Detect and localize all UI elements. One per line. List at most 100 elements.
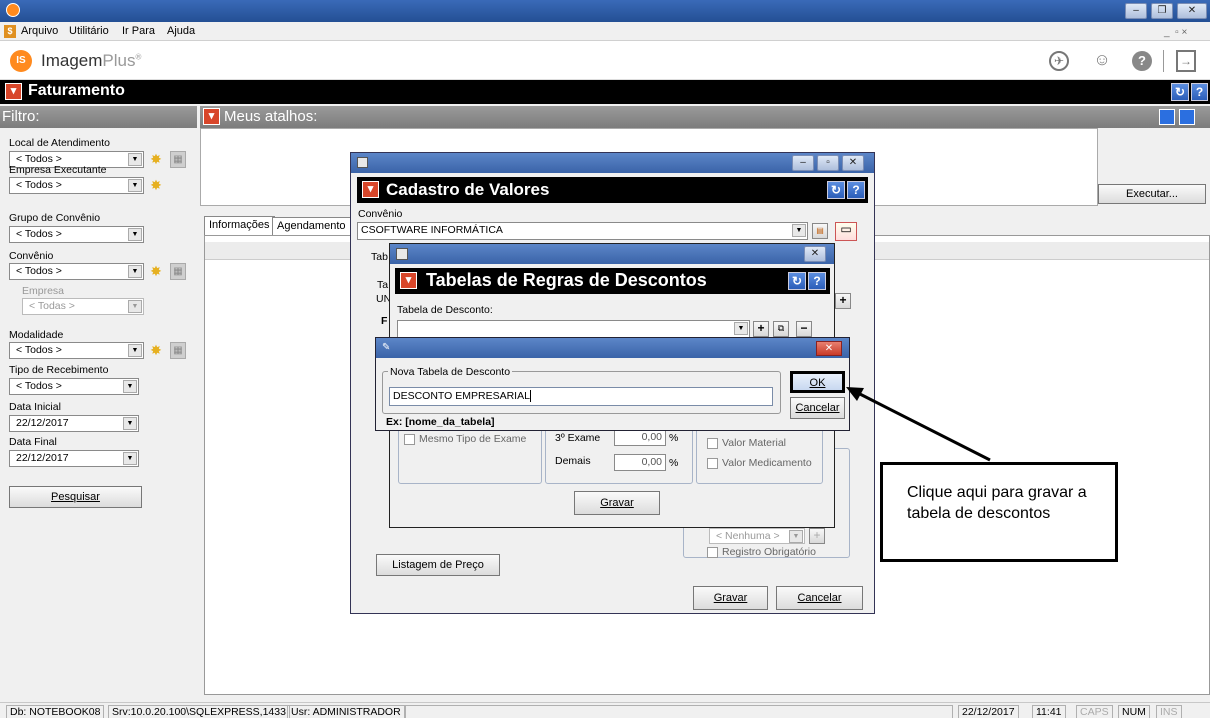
menu-arquivo[interactable]: Arquivo — [21, 25, 58, 37]
status-caps: CAPS — [1076, 705, 1113, 718]
valor-medicamento-label: Valor Medicamento — [722, 457, 812, 469]
modalidade-select[interactable]: < Todos > ▼ — [9, 342, 144, 359]
panel-window-icon[interactable] — [1159, 109, 1175, 125]
valor-medicamento-checkbox[interactable] — [707, 458, 718, 469]
add-disabled-icon[interactable]: + — [809, 528, 825, 544]
menu-ajuda[interactable]: Ajuda — [167, 25, 195, 37]
cadastro-close-button[interactable]: ✕ — [842, 155, 864, 171]
cadastro-title-bar[interactable]: – ▫ ✕ — [351, 153, 874, 173]
tab-informacoes[interactable]: Informações — [204, 216, 275, 235]
chevron-down-icon[interactable]: ▼ — [128, 300, 142, 313]
regras-gravar-button[interactable]: Gravar — [574, 491, 660, 515]
cadastro-menu-icon[interactable]: ▾ — [362, 181, 379, 198]
sun-icon[interactable]: ✸ — [148, 263, 164, 279]
empresa-label: Empresa — [22, 285, 65, 297]
add-icon[interactable]: + — [835, 293, 851, 309]
exit-icon[interactable]: → — [1176, 50, 1196, 72]
module-menu-icon[interactable]: ▾ — [5, 83, 22, 100]
convenio-lookup-icon[interactable]: ▤ — [812, 223, 828, 239]
chevron-down-icon[interactable]: ▼ — [128, 265, 142, 278]
executar-button[interactable]: Executar... — [1098, 184, 1206, 204]
cadastro-cancelar-button[interactable]: Cancelar — [776, 586, 863, 610]
window-title-bar[interactable]: – ❐ ✕ — [0, 0, 1210, 22]
user-icon[interactable]: ☺ — [1091, 50, 1113, 72]
local-label: Local de Atendimento — [9, 137, 110, 149]
registro-checkbox[interactable] — [707, 547, 718, 558]
panel-minimize-icon[interactable] — [1179, 109, 1195, 125]
cadastro-minimize-button[interactable]: – — [792, 155, 814, 171]
sun-icon[interactable]: ✸ — [148, 151, 164, 167]
shortcuts-menu-icon[interactable]: ▾ — [203, 108, 220, 125]
mdi-window-controls[interactable]: _ ▫ × — [1164, 27, 1187, 38]
minimize-button[interactable]: – — [1125, 3, 1147, 19]
valor-material-label: Valor Material — [722, 437, 786, 449]
regras-title-bar[interactable]: ✕ — [390, 244, 834, 264]
cadastro-gravar-button[interactable]: Gravar — [693, 586, 768, 610]
convenio-select[interactable]: < Todos > ▼ — [9, 263, 144, 280]
chevron-down-icon[interactable]: ▼ — [734, 322, 748, 335]
nova-tabela-dialog: ✎ ✕ Nova Tabela de Desconto DESCONTO EMP… — [375, 337, 850, 431]
grid-icon[interactable]: ▦ — [170, 263, 186, 280]
nova-cancelar-button[interactable]: Cancelar — [790, 397, 845, 419]
calendar-icon[interactable]: ▭ — [835, 222, 857, 241]
data-inicial-input[interactable]: 22/12/2017 ▼ — [9, 415, 139, 432]
tabela-desconto-select[interactable]: ▼ — [397, 320, 750, 338]
tab-label[interactable]: Tab — [371, 251, 388, 263]
remove-icon[interactable]: − — [796, 321, 812, 337]
grid-icon[interactable]: ▦ — [170, 151, 186, 168]
menu-utilitario[interactable]: Utilitário — [69, 25, 109, 37]
chevron-down-icon[interactable]: ▼ — [128, 179, 142, 192]
f-label: F — [381, 315, 388, 327]
exame3-input[interactable]: 0,00 — [614, 429, 666, 446]
nova-tabela-input[interactable]: DESCONTO EMPRESARIAL — [389, 387, 773, 406]
demais-input[interactable]: 0,00 — [614, 454, 666, 471]
sun-icon[interactable]: ✸ — [148, 342, 164, 358]
copy-icon[interactable]: ⧉ — [773, 321, 789, 337]
chevron-down-icon[interactable]: ▼ — [123, 380, 137, 393]
pesquisar-button[interactable]: Pesquisar — [9, 486, 142, 508]
grid-icon[interactable]: ▦ — [170, 342, 186, 359]
nova-title-bar[interactable]: ✎ ✕ — [376, 338, 849, 358]
close-button[interactable]: ✕ — [1177, 3, 1207, 19]
refresh-icon[interactable]: ↻ — [1171, 83, 1189, 101]
menu-ir-para[interactable]: Ir Para — [122, 25, 155, 37]
cadastro-maximize-button[interactable]: ▫ — [817, 155, 839, 171]
nova-close-button[interactable]: ✕ — [816, 341, 842, 356]
mesmo-tipo-checkbox[interactable] — [404, 434, 415, 445]
chevron-down-icon[interactable]: ▼ — [128, 153, 142, 166]
help-icon[interactable]: ? — [1132, 51, 1152, 71]
nenhuma-select[interactable]: < Nenhuma > ▼ — [709, 528, 805, 544]
module-help-icon[interactable]: ? — [1191, 83, 1208, 101]
add-tabela-icon[interactable]: + — [753, 321, 769, 337]
calendar-dropdown-icon[interactable]: ▼ — [123, 452, 137, 465]
sun-icon[interactable]: ✸ — [148, 177, 164, 193]
cadastro-convenio-select[interactable]: CSOFTWARE INFORMÁTICA ▼ — [357, 222, 808, 240]
empresa-exec-select[interactable]: < Todos > ▼ — [9, 177, 144, 194]
data-inicial-label: Data Inicial — [9, 401, 61, 413]
ok-button[interactable]: OK — [790, 371, 845, 393]
chevron-down-icon[interactable]: ▼ — [128, 344, 142, 357]
regras-help-icon[interactable]: ? — [808, 272, 826, 290]
listagem-button[interactable]: Listagem de Preço — [376, 554, 500, 576]
restore-button[interactable]: ❐ — [1151, 3, 1173, 19]
registro-label: Registro Obrigatório — [722, 546, 816, 558]
empresa-select[interactable]: < Todas > ▼ — [22, 298, 144, 315]
grupo-select[interactable]: < Todos > ▼ — [9, 226, 144, 243]
exame3-pct: % — [669, 432, 679, 444]
regras-close-button[interactable]: ✕ — [804, 246, 826, 262]
regras-menu-icon[interactable]: ▾ — [400, 272, 417, 289]
cadastro-help-icon[interactable]: ? — [847, 181, 865, 199]
chevron-down-icon[interactable]: ▼ — [789, 530, 803, 543]
data-final-input[interactable]: 22/12/2017 ▼ — [9, 450, 139, 467]
regras-refresh-icon[interactable]: ↻ — [788, 272, 806, 290]
tipo-receb-select[interactable]: < Todos > ▼ — [9, 378, 139, 395]
nova-hint: Ex: [nome_da_tabela] — [386, 416, 495, 428]
chevron-down-icon[interactable]: ▼ — [792, 224, 806, 237]
globe-icon[interactable]: ✈ — [1049, 51, 1069, 71]
cadastro-refresh-icon[interactable]: ↻ — [827, 181, 845, 199]
valor-material-checkbox[interactable] — [707, 438, 718, 449]
chevron-down-icon[interactable]: ▼ — [128, 228, 142, 241]
calendar-dropdown-icon[interactable]: ▼ — [123, 417, 137, 430]
status-bar: Db: NOTEBOOK08 Srv:10.0.20.100\SQLEXPRES… — [0, 702, 1210, 718]
tab-agendamento[interactable]: Agendamento — [272, 217, 351, 235]
